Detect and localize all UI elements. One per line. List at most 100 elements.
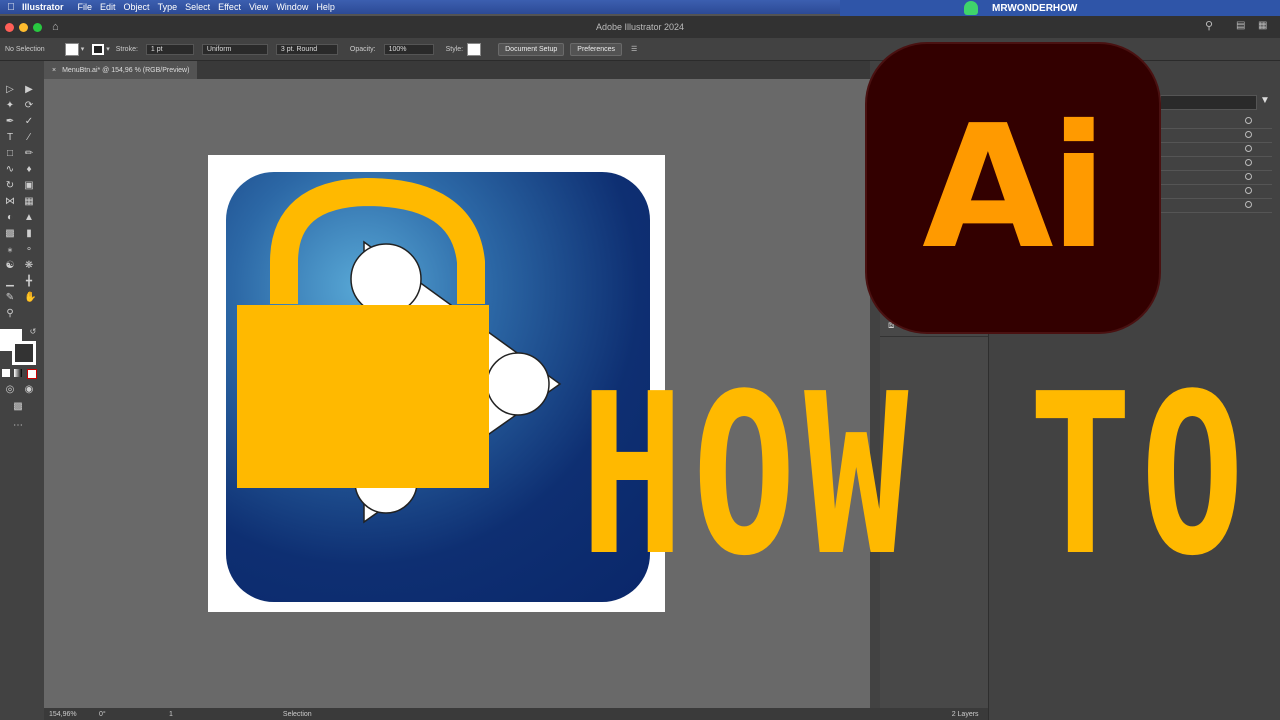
stroke-profile-select[interactable]: Uniform [201, 43, 268, 55]
menu-select[interactable]: Select [185, 2, 210, 12]
channel-banner: MRWONDERHOW [840, 0, 1280, 16]
hand-tool-icon[interactable]: ✋ [24, 293, 36, 303]
width-tool-icon[interactable]: ⋈ [5, 197, 15, 207]
measure-tool-icon[interactable]: ∘ [24, 245, 34, 255]
rectangle-tool-icon[interactable]: □ [5, 149, 15, 159]
workspace-icon[interactable]: ▤ [1236, 20, 1245, 31]
chevron-down-icon[interactable]: ▾ [106, 45, 110, 53]
layer-row[interactable] [1160, 185, 1272, 199]
stroke-weight-field[interactable]: 1 pt [145, 43, 194, 55]
menu-type[interactable]: Type [158, 2, 178, 12]
search-icon[interactable]: ⚲ [1205, 19, 1213, 32]
color-mode-icon[interactable] [2, 369, 10, 377]
logo-text: Ai [922, 89, 1108, 287]
screen-mode-icon[interactable]: ▩ [13, 402, 23, 412]
pen-tool-icon[interactable]: ✒ [5, 117, 15, 127]
direct-selection-tool-icon[interactable]: ▶ [24, 85, 34, 95]
opacity-field[interactable]: 100% [383, 43, 434, 55]
chevron-down-icon[interactable]: ▾ [81, 45, 85, 53]
visibility-icon[interactable] [1245, 117, 1252, 124]
menu-file[interactable]: File [78, 2, 93, 12]
type-tool-icon[interactable]: T [5, 133, 15, 143]
filter-icon[interactable]: ▼ [1260, 95, 1270, 106]
apple-icon[interactable]:  [0, 2, 22, 13]
perspective-grid-icon[interactable]: ▲ [24, 213, 34, 223]
fill-swatch[interactable] [64, 42, 79, 56]
visibility-icon[interactable] [1245, 201, 1252, 208]
selection-tool-icon[interactable]: ▷ [5, 85, 15, 95]
how-to-headline: HOW TO [580, 347, 1253, 605]
artboard-number[interactable]: 1 [169, 711, 173, 718]
menu-view[interactable]: View [249, 2, 268, 12]
curvature-tool-icon[interactable]: ✓ [24, 117, 34, 127]
layer-row[interactable] [1160, 143, 1272, 157]
close-tab-icon[interactable]: × [52, 67, 56, 74]
stroke-swatch[interactable] [92, 43, 105, 55]
panel-divider [880, 336, 988, 337]
arrange-icon[interactable]: ▦ [1258, 20, 1267, 31]
layer-row[interactable] [1160, 171, 1272, 185]
slice-tool-icon[interactable]: ✎ [5, 293, 15, 303]
gradient-tool-icon[interactable]: ▮ [24, 229, 34, 239]
draw-inside-icon[interactable]: ◉ [24, 385, 34, 395]
free-transform-icon[interactable]: ▦ [24, 197, 34, 207]
eyedropper-icon[interactable]: ⁎ [5, 245, 15, 255]
title-bar: ⌂ Adobe Illustrator 2024 ⚲ ▤ ▦ [0, 16, 1280, 38]
window-title: Adobe Illustrator 2024 [595, 22, 685, 32]
blend-tool-icon[interactable]: ☯ [5, 261, 15, 271]
document-tab[interactable]: × MenuBtn.ai* @ 154,96 % (RGB/Preview) [44, 61, 198, 79]
more-tools-icon[interactable]: ⋯ [13, 421, 23, 431]
stroke-label: Stroke: [115, 45, 138, 53]
magic-wand-icon[interactable]: ✦ [5, 101, 15, 111]
stroke-color-icon[interactable] [12, 341, 36, 365]
swap-colors-icon[interactable]: ↺ [28, 327, 38, 337]
layer-row[interactable] [1160, 157, 1272, 171]
visibility-icon[interactable] [1245, 173, 1252, 180]
visibility-icon[interactable] [1245, 145, 1252, 152]
mesh-tool-icon[interactable]: ▩ [5, 229, 15, 239]
paintbrush-icon[interactable]: ✏ [24, 149, 34, 159]
rotation-value[interactable]: 0° [99, 711, 139, 718]
menu-app-name[interactable]: Illustrator [22, 2, 64, 12]
lock-shackle-icon [270, 178, 485, 304]
visibility-icon[interactable] [1245, 187, 1252, 194]
brush-select[interactable]: 3 pt. Round [275, 43, 338, 55]
channel-name: MRWONDERHOW [992, 2, 1078, 14]
artboard-tool-icon[interactable]: ╋ [24, 277, 34, 287]
line-tool-icon[interactable]: ∕ [24, 133, 34, 143]
none-mode-icon[interactable] [27, 369, 37, 379]
gradient-mode-icon[interactable] [14, 369, 22, 377]
menu-edit[interactable]: Edit [100, 2, 116, 12]
lasso-icon[interactable]: ⟳ [24, 101, 34, 111]
style-label: Style: [445, 45, 464, 53]
shaper-tool-icon[interactable]: ∿ [5, 165, 15, 175]
document-tab-title: MenuBtn.ai* @ 154,96 % (RGB/Preview) [62, 66, 190, 74]
lock-overlay [237, 178, 489, 488]
draw-mode-icon[interactable]: ◎ [5, 385, 15, 395]
eraser-icon[interactable]: ♦ [24, 165, 34, 175]
scale-tool-icon[interactable]: ▣ [24, 181, 34, 191]
layer-row[interactable] [1160, 129, 1272, 143]
layer-row[interactable] [1160, 199, 1272, 213]
status-bar: 154,96% 0° 1 Selection 2 Layers [44, 708, 988, 720]
zoom-tool-icon[interactable]: ⚲ [5, 309, 15, 319]
lock-body-icon [237, 305, 489, 488]
visibility-icon[interactable] [1245, 159, 1252, 166]
layers-search-input[interactable] [1160, 95, 1257, 110]
shape-builder-icon[interactable]: ◐ [5, 213, 15, 223]
menu-help[interactable]: Help [316, 2, 335, 12]
menu-window[interactable]: Window [276, 2, 308, 12]
opacity-label: Opacity: [349, 45, 376, 53]
visibility-icon[interactable] [1245, 131, 1252, 138]
graph-tool-icon[interactable]: ▁ [5, 277, 15, 287]
menu-effect[interactable]: Effect [218, 2, 241, 12]
menu-object[interactable]: Object [124, 2, 150, 12]
style-swatch[interactable] [467, 42, 482, 56]
document-setup-button[interactable]: Document Setup [498, 42, 565, 56]
rotate-tool-icon[interactable]: ↻ [5, 181, 15, 191]
zoom-level[interactable]: 154,96% [49, 711, 89, 718]
layer-row[interactable] [1160, 115, 1272, 129]
preferences-button[interactable]: Preferences [570, 42, 623, 56]
align-icon[interactable]: ☰ [631, 45, 637, 53]
symbol-sprayer-icon[interactable]: ❋ [24, 261, 34, 271]
